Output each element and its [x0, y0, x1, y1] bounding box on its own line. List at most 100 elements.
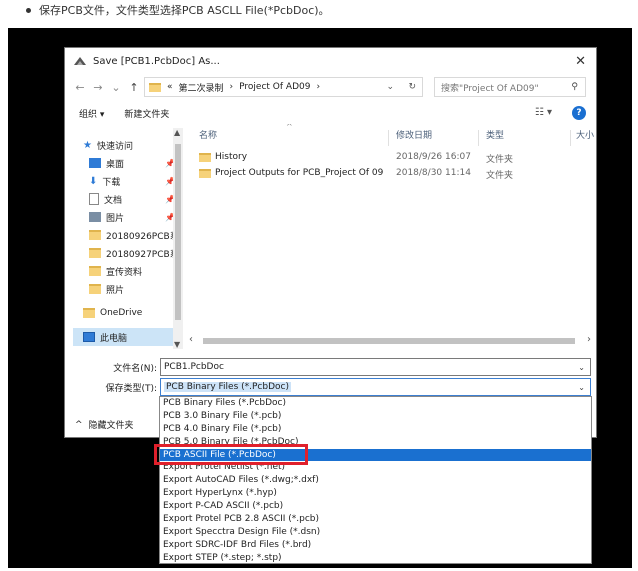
- sidebar-item-label: 20180927PCB系: [106, 249, 179, 260]
- breadcrumb-part[interactable]: Project Of AD09: [239, 82, 310, 92]
- dropdown-option[interactable]: Export HyperLynx (*.hyp): [160, 487, 591, 500]
- sidebar-item-downloads[interactable]: ⬇ 下载 📌: [73, 172, 183, 190]
- save-as-dialog: Save [PCB1.PcbDoc] As... ✕ ← → ⌄ ↑ « 第二次…: [64, 47, 597, 438]
- onedrive-icon: [83, 308, 95, 318]
- sidebar-item-desktop[interactable]: 桌面 📌: [73, 154, 183, 172]
- chevron-up-icon[interactable]: ▲: [174, 128, 180, 137]
- bullet-icon: [26, 7, 31, 13]
- dropdown-option[interactable]: Export Specctra Design File (*.dsn): [160, 526, 591, 539]
- sidebar-item-onedrive[interactable]: OneDrive: [73, 304, 183, 322]
- sidebar-item-this-pc[interactable]: 此电脑: [73, 328, 183, 346]
- search-input[interactable]: 搜索"Project Of AD09" ⚲: [434, 77, 586, 97]
- hide-folders-label: 隐藏文件夹: [88, 421, 134, 431]
- breadcrumb-separator: ›: [316, 82, 321, 92]
- sidebar-item-label: 20180926PCB系: [106, 231, 179, 242]
- column-date[interactable]: 修改日期: [396, 128, 432, 141]
- horizontal-scrollbar[interactable]: ‹ ›: [189, 334, 591, 346]
- filename-value: PCB1.PcbDoc: [164, 362, 224, 372]
- filename-field[interactable]: PCB1.PcbDoc ⌄: [160, 358, 591, 376]
- recent-locations-icon[interactable]: ⌄: [107, 81, 125, 94]
- column-type[interactable]: 类型: [486, 128, 504, 141]
- sidebar-item-folder[interactable]: 照片: [73, 280, 183, 298]
- filetype-select[interactable]: PCB Binary Files (*.PcbDoc) ⌄: [160, 378, 591, 396]
- chevron-down-icon[interactable]: ▼: [174, 340, 180, 349]
- sidebar-item-folder[interactable]: 20180926PCB系: [73, 226, 183, 244]
- sidebar-item-label: 桌面: [106, 159, 125, 170]
- file-type: 文件夹: [486, 155, 514, 165]
- chevron-right-icon[interactable]: ›: [587, 334, 591, 345]
- breadcrumb-separator: ›: [229, 82, 234, 92]
- sidebar-item-label: 下载: [102, 177, 121, 188]
- column-name[interactable]: 名称: [199, 128, 217, 141]
- altium-app-icon: [74, 57, 86, 65]
- command-toolbar: 组织 ▾ 新建文件夹 ☷ ▾ ?: [65, 102, 596, 124]
- breadcrumb-part[interactable]: 第二次录制: [179, 81, 224, 94]
- refresh-icon[interactable]: ↻: [408, 82, 416, 92]
- forward-icon[interactable]: →: [89, 81, 107, 94]
- organize-button[interactable]: 组织 ▾: [79, 107, 104, 120]
- dropdown-option[interactable]: PCB Binary Files (*.PcbDoc): [160, 397, 591, 410]
- file-date: 2018/8/30 11:14: [396, 168, 471, 178]
- dropdown-option[interactable]: Export P-CAD ASCII (*.pcb): [160, 500, 591, 513]
- help-icon[interactable]: ?: [572, 106, 586, 120]
- chevron-down-icon[interactable]: ⌄: [578, 363, 585, 372]
- path-overflow[interactable]: «: [167, 82, 173, 92]
- pictures-icon: [89, 212, 101, 222]
- file-list: 名称 ^ 修改日期 类型 大小 History 2018/9/26 16:07 …: [189, 124, 598, 332]
- dropdown-option[interactable]: Export STEP (*.step; *.stp): [160, 552, 591, 563]
- filetype-row: 保存类型(T): PCB Binary Files (*.PcbDoc) ⌄: [65, 378, 596, 396]
- document-icon: [89, 193, 99, 205]
- dialog-titlebar: Save [PCB1.PcbDoc] As... ✕: [65, 48, 596, 74]
- up-folder-icon[interactable]: ↑: [125, 81, 143, 94]
- scrollbar-thumb[interactable]: [175, 144, 181, 320]
- dropdown-option[interactable]: Export Protel PCB 2.8 ASCII (*.pcb): [160, 513, 591, 526]
- folder-icon: [89, 230, 101, 240]
- sidebar-item-pictures[interactable]: 图片 📌: [73, 208, 183, 226]
- column-divider[interactable]: [478, 130, 479, 146]
- file-row[interactable]: History 2018/9/26 16:07 文件夹: [189, 150, 598, 166]
- chevron-down-icon[interactable]: ⌄: [578, 383, 585, 392]
- filetype-value: PCB Binary Files (*.PcbDoc): [164, 382, 291, 392]
- sidebar-item-label: OneDrive: [100, 308, 143, 318]
- sidebar-item-documents[interactable]: 文档 📌: [73, 190, 183, 208]
- close-icon[interactable]: ✕: [575, 54, 586, 69]
- column-divider[interactable]: [570, 130, 571, 146]
- column-size[interactable]: 大小: [576, 128, 594, 141]
- sidebar-item-folder[interactable]: 20180927PCB系: [73, 244, 183, 262]
- chevron-left-icon[interactable]: ‹: [189, 334, 193, 345]
- hide-folders-toggle[interactable]: ^ 隐藏文件夹: [75, 418, 134, 432]
- annotation-highlight-box: [154, 444, 308, 465]
- file-row[interactable]: Project Outputs for PCB_Project Of 09 20…: [189, 166, 598, 182]
- dropdown-option[interactable]: Export AutoCAD Files (*.dwg;*.dxf): [160, 474, 591, 487]
- star-icon: ★: [83, 139, 92, 151]
- folder-icon: [89, 266, 101, 276]
- address-bar[interactable]: « 第二次录制 › Project Of AD09 › ⌄ ↻: [144, 77, 423, 97]
- sidebar-item-folder[interactable]: 宣传资料: [73, 262, 183, 280]
- search-icon[interactable]: ⚲: [571, 82, 578, 92]
- dropdown-option[interactable]: Export SDRC-IDF Brd Files (*.brd): [160, 539, 591, 552]
- sidebar-item-quick-access[interactable]: ★ 快速访问: [73, 136, 183, 154]
- filename-row: 文件名(N): PCB1.PcbDoc ⌄: [65, 358, 596, 376]
- filetype-dropdown-list: PCB Binary Files (*.PcbDoc) PCB 3.0 Bina…: [159, 396, 592, 564]
- caption-text: 保存PCB文件，文件类型选择PCB ASCLL File(*PcbDoc)。: [39, 4, 330, 17]
- dropdown-option[interactable]: PCB 3.0 Binary File (*.pcb): [160, 410, 591, 423]
- folder-icon: [149, 82, 161, 92]
- file-name: Project Outputs for PCB_Project Of 09: [215, 168, 384, 178]
- back-icon[interactable]: ←: [71, 81, 89, 94]
- filename-label: 文件名(N):: [113, 363, 157, 374]
- view-options-icon[interactable]: ☷ ▾: [535, 107, 552, 118]
- scrollbar-thumb[interactable]: [203, 338, 575, 344]
- dialog-title: Save [PCB1.PcbDoc] As...: [93, 55, 220, 67]
- dropdown-option[interactable]: PCB 4.0 Binary File (*.pcb): [160, 423, 591, 436]
- sidebar-item-label: 快速访问: [96, 141, 133, 152]
- new-folder-button[interactable]: 新建文件夹: [124, 107, 169, 120]
- sidebar-item-label: 图片: [106, 213, 125, 224]
- filetype-label: 保存类型(T):: [105, 383, 157, 394]
- column-divider[interactable]: [388, 130, 389, 146]
- sort-ascending-icon: ^: [286, 124, 293, 131]
- sidebar-item-label: 宣传资料: [106, 267, 143, 278]
- chevron-down-icon[interactable]: ⌄: [386, 82, 394, 92]
- navigation-scrollbar[interactable]: ▲ ▼: [173, 128, 183, 349]
- instruction-caption: 保存PCB文件，文件类型选择PCB ASCLL File(*PcbDoc)。: [26, 2, 330, 18]
- sidebar-item-label: 此电脑: [100, 333, 128, 344]
